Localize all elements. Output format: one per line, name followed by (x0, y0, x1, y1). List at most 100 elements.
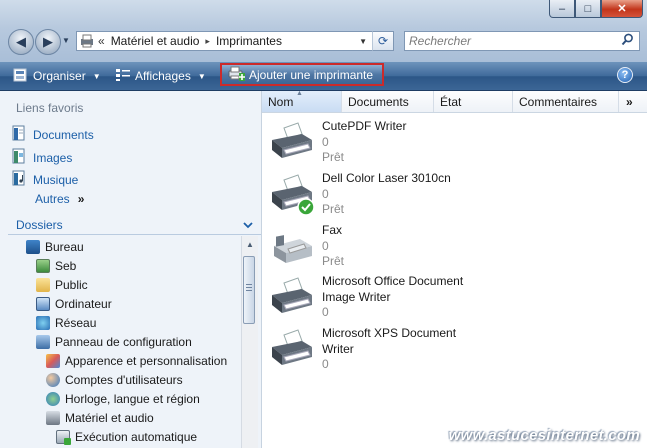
tree-item-appearance[interactable]: Apparence et personnalisation (46, 351, 227, 370)
autoplay-icon (56, 429, 71, 445)
printer-name-line1: Microsoft Office Document (322, 274, 464, 288)
printer-name-line1: Microsoft XPS Document (322, 326, 457, 340)
tree-item-control-panel[interactable]: Panneau de configuration (36, 332, 192, 351)
search-icon[interactable] (621, 33, 634, 49)
tree-item-label: Ordinateur (55, 296, 112, 311)
scroll-up-button[interactable]: ▲ (242, 236, 258, 252)
favorite-label: Images (33, 150, 73, 165)
address-bar[interactable]: « Matériel et audio ▸ Imprimantes ▼ (76, 31, 394, 51)
refresh-button[interactable]: ⟳ (372, 31, 394, 51)
column-header-status[interactable]: État (434, 91, 513, 112)
scrollbar-thumb[interactable] (243, 256, 255, 324)
breadcrumb-separator[interactable]: ▸ (205, 36, 210, 47)
tree-item-label: Comptes d'utilisateurs (65, 372, 183, 387)
tree-item-label: Apparence et personnalisation (65, 353, 228, 368)
breadcrumb-printers[interactable]: Imprimantes (216, 34, 282, 48)
caption-buttons: – □ ✕ (549, 0, 643, 18)
column-header-comments[interactable]: Commentaires (513, 91, 619, 112)
add-printer-button[interactable]: Ajouter une imprimante (220, 63, 384, 86)
chevron-down-icon: ▼ (197, 71, 206, 81)
column-header-name[interactable]: Nom ▲ (262, 90, 342, 112)
list-item-printer[interactable]: Dell Color Laser 3010cn 0 Prêt (268, 170, 451, 218)
folders-title: Dossiers (16, 217, 63, 232)
tree-item-label: Seb (55, 258, 77, 273)
breadcrumb-material-audio[interactable]: Matériel et audio (111, 34, 200, 48)
folder-icon (36, 277, 50, 292)
list-item-printer[interactable]: CutePDF Writer 0 Prêt (268, 118, 406, 166)
documents-icon (11, 125, 27, 144)
printer-documents: 0 (322, 238, 329, 253)
search-input[interactable] (405, 33, 611, 49)
favorite-music[interactable]: Musique (11, 170, 78, 189)
back-button[interactable]: ◀ (8, 29, 34, 55)
add-printer-label: Ajouter une imprimante (249, 67, 374, 82)
thumb-grip (246, 284, 252, 292)
computer-icon (36, 296, 50, 311)
column-header-label: Nom (268, 94, 294, 109)
favorite-label: Musique (33, 172, 79, 187)
column-header-row: Nom ▲ Documents État Commentaires » (262, 90, 647, 113)
printer-icon (268, 118, 316, 166)
favorite-more-button[interactable]: Autres » (35, 192, 84, 206)
printer-name-line2: Writer (322, 341, 354, 356)
printer-icon (268, 273, 316, 321)
add-printer-icon (227, 65, 245, 84)
folders-section-header[interactable]: Dossiers (8, 215, 261, 235)
tree-item-user-accounts[interactable]: Comptes d'utilisateurs (46, 370, 183, 389)
tree-item-clock-region[interactable]: Horloge, langue et région (46, 389, 200, 408)
views-icon (115, 68, 131, 85)
more-columns-button[interactable]: » (619, 91, 647, 112)
fax-icon (268, 222, 316, 270)
tree-item-public[interactable]: Public (36, 275, 88, 294)
chevron-down-icon: ▼ (92, 71, 101, 81)
list-item-printer[interactable]: Microsoft XPS Document Writer 0 (268, 325, 456, 373)
tree-item-seb[interactable]: Seb (36, 256, 76, 275)
tree-item-autoplay[interactable]: Exécution automatique (56, 427, 197, 446)
tree-item-label: Réseau (55, 315, 97, 330)
address-chevrons[interactable]: « (98, 34, 105, 48)
printer-name-line2: Image Writer (322, 289, 391, 304)
sort-arrow-icon: ▲ (296, 90, 303, 97)
minimize-button[interactable]: – (549, 0, 575, 18)
column-header-documents[interactable]: Documents (342, 91, 434, 112)
organize-label: Organiser (33, 69, 86, 83)
favorite-documents[interactable]: Documents (11, 125, 94, 144)
printer-icon (268, 325, 316, 373)
window-titlebar: – □ ✕ ◀ ▶ ▼ « Matériel et audio ▸ Imprim… (0, 0, 647, 63)
printer-status: Prêt (322, 254, 345, 268)
organize-icon (13, 68, 29, 85)
list-item-printer[interactable]: Microsoft Office Document Image Writer 0 (268, 273, 463, 321)
pictures-icon (11, 148, 27, 167)
views-label: Affichages (135, 69, 191, 83)
printer-documents: 0 (322, 357, 329, 371)
user-folder-icon (36, 258, 50, 273)
double-chevron-icon: » (626, 94, 633, 109)
search-box[interactable] (404, 31, 640, 51)
clock-globe-icon (46, 391, 60, 406)
organize-menu-button[interactable]: Organiser ▼ (13, 62, 101, 90)
tree-item-network[interactable]: Réseau (36, 313, 96, 332)
desktop-icon (26, 239, 40, 254)
network-icon (36, 315, 50, 330)
list-item-printer[interactable]: Fax 0 Prêt (268, 222, 344, 270)
printer-documents: 0 (322, 134, 329, 149)
favorite-images[interactable]: Images (11, 148, 72, 167)
column-header-label: Commentaires (519, 94, 598, 109)
tree-item-hardware-audio[interactable]: Matériel et audio (46, 408, 154, 427)
close-button[interactable]: ✕ (601, 0, 643, 18)
tree-item-desktop[interactable]: Bureau (26, 237, 84, 256)
recent-pages-dropdown[interactable]: ▼ (62, 36, 70, 45)
printer-name: Dell Color Laser 3010cn (322, 171, 451, 185)
tree-item-computer[interactable]: Ordinateur (36, 294, 112, 313)
printer-documents: 0 (322, 186, 329, 201)
music-icon (11, 170, 27, 189)
maximize-button[interactable]: □ (575, 0, 601, 18)
address-dropdown-icon[interactable]: ▼ (359, 37, 367, 46)
default-printer-icon (268, 170, 316, 218)
forward-button[interactable]: ▶ (35, 29, 61, 55)
folder-tree: Bureau Seb Public Ordinateur Réseau Pann… (0, 236, 240, 448)
help-button[interactable]: ? (617, 67, 633, 83)
views-menu-button[interactable]: Affichages ▼ (115, 62, 206, 90)
printer-name: CutePDF Writer (322, 119, 407, 133)
printer-status: Prêt (322, 202, 345, 216)
